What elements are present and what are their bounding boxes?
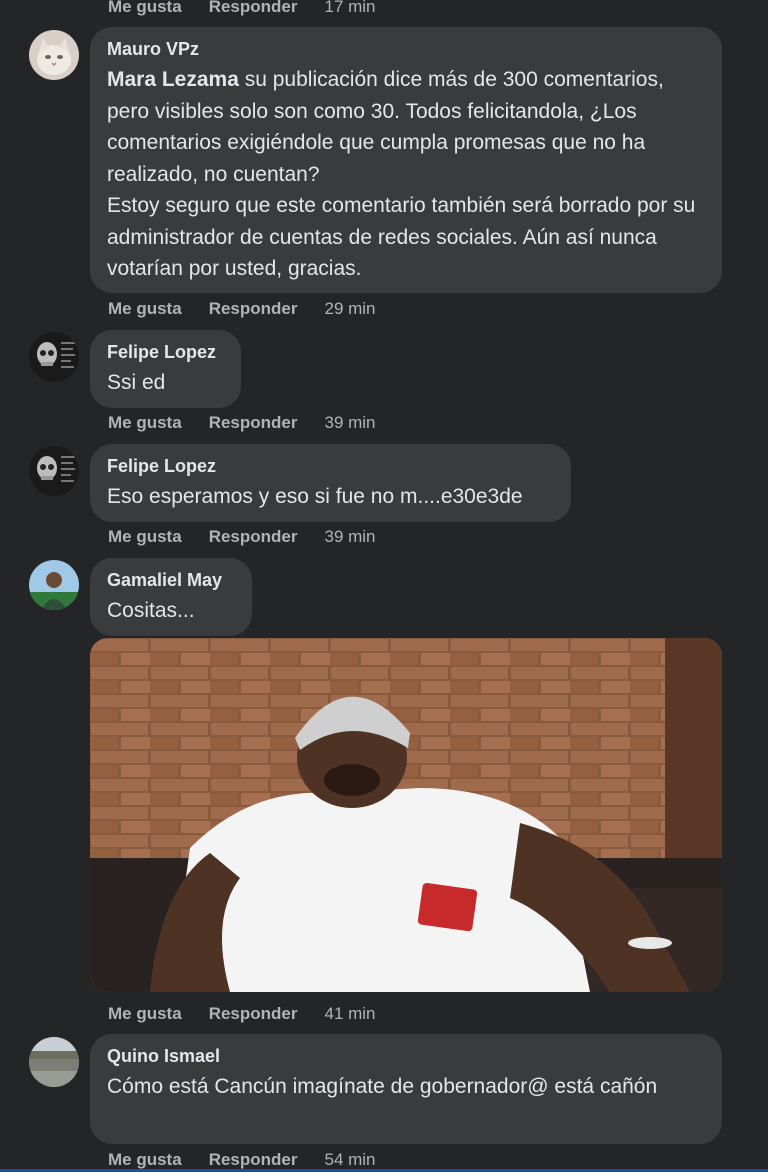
comment-bubble: Mauro VPz Mara Lezama su publicación dic… (90, 27, 722, 293)
like-button[interactable]: Me gusta (108, 299, 182, 319)
reply-button[interactable]: Responder (209, 1004, 298, 1024)
reply-button[interactable]: Responder (209, 1150, 298, 1170)
avatar[interactable] (29, 1037, 79, 1087)
avatar[interactable] (29, 446, 79, 496)
comment-text: Cositas... (107, 599, 195, 622)
like-button[interactable]: Me gusta (108, 527, 182, 547)
avatar[interactable] (29, 332, 79, 382)
reply-button[interactable]: Responder (209, 0, 298, 17)
comment-bubble: Felipe Lopez Eso esperamos y eso si fue … (90, 444, 571, 522)
comment-actions: Me gusta Responder 39 min (108, 527, 376, 547)
comment-bubble: Felipe Lopez Ssi ed (90, 330, 241, 408)
like-button[interactable]: Me gusta (108, 0, 182, 17)
comment-bubble: Quino Ismael Cómo está Cancún imagínate … (90, 1034, 722, 1144)
skull-avatar-icon (29, 332, 79, 382)
reply-button[interactable]: Responder (209, 413, 298, 433)
like-button[interactable]: Me gusta (108, 1150, 182, 1170)
landscape-avatar-icon (29, 1037, 79, 1087)
comment-author[interactable]: Quino Ismael (107, 1046, 704, 1067)
like-button[interactable]: Me gusta (108, 1004, 182, 1024)
comment-author[interactable]: Felipe Lopez (107, 342, 223, 363)
comment-actions: Me gusta Responder 29 min (108, 299, 376, 319)
comment-body-2: Estoy seguro que este comentario también… (107, 194, 696, 280)
comment-time[interactable]: 29 min (324, 299, 375, 319)
comment-time[interactable]: 41 min (324, 1004, 375, 1024)
laughing-man-image (90, 638, 722, 992)
person-avatar-icon (29, 560, 79, 610)
comment-text: Mara Lezama su publicación dice más de 3… (107, 64, 704, 285)
avatar[interactable] (29, 30, 79, 80)
like-button[interactable]: Me gusta (108, 413, 182, 433)
comment-author[interactable]: Felipe Lopez (107, 456, 553, 477)
comment-gif-image[interactable] (90, 638, 722, 992)
comment-time[interactable]: 54 min (324, 1150, 375, 1170)
comment-actions: Me gusta Responder 41 min (108, 1004, 376, 1024)
reply-button[interactable]: Responder (209, 527, 298, 547)
reply-button[interactable]: Responder (209, 299, 298, 319)
comment-time[interactable]: 39 min (324, 413, 375, 433)
comment-text: Eso esperamos y eso si fue no m....e30e3… (107, 485, 523, 508)
comment-author[interactable]: Gamaliel May (107, 570, 234, 591)
comment-time[interactable]: 39 min (324, 527, 375, 547)
comment-author[interactable]: Mauro VPz (107, 39, 704, 60)
comment-text: Ssi ed (107, 371, 166, 394)
mention-link[interactable]: Mara Lezama (107, 68, 239, 91)
avatar[interactable] (29, 560, 79, 610)
cat-avatar-icon (29, 30, 79, 80)
comment-time[interactable]: 17 min (324, 0, 375, 17)
comment-text: Cómo está Cancún imagínate de gobernador… (107, 1075, 658, 1098)
comment-actions: Me gusta Responder 54 min (108, 1150, 376, 1170)
comment-actions: Me gusta Responder 39 min (108, 413, 376, 433)
skull-avatar-icon (29, 446, 79, 496)
comment-actions: Me gusta Responder 17 min (108, 0, 376, 17)
comment-bubble: Gamaliel May Cositas... (90, 558, 252, 636)
